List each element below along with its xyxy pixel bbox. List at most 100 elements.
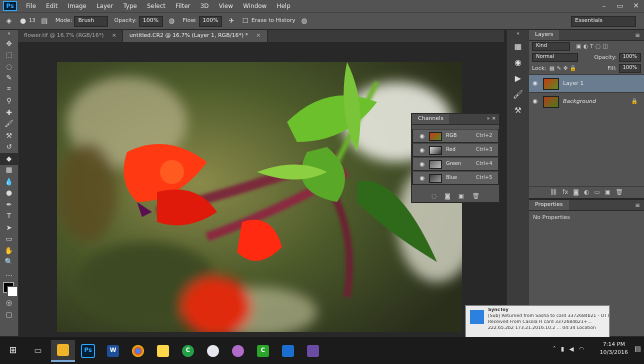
- save-selection-icon[interactable]: ◙: [445, 193, 451, 200]
- taskbar-chrome[interactable]: [126, 340, 150, 362]
- kind-filter-select[interactable]: Kind: [532, 42, 570, 51]
- menu-image[interactable]: Image: [63, 3, 92, 10]
- visibility-eye-icon[interactable]: ◉: [529, 80, 541, 87]
- close-icon[interactable]: ✕: [492, 116, 496, 122]
- menu-filter[interactable]: Filter: [171, 3, 196, 10]
- new-layer-icon[interactable]: ▣: [605, 189, 611, 196]
- quick-select-tool-icon[interactable]: ✎: [0, 73, 18, 85]
- gradient-tool-icon[interactable]: ▦: [0, 165, 18, 177]
- notification-toast[interactable]: SyncToy [Sub] Returned from Sasha to car…: [465, 305, 610, 340]
- taskbar-cloud-app[interactable]: [226, 340, 250, 362]
- brush-size[interactable]: 13: [29, 18, 35, 24]
- workspace-select[interactable]: Essentials: [571, 16, 636, 27]
- channel-row-rgb[interactable]: ◉ RGB Ctrl+2: [412, 129, 499, 143]
- menu-type[interactable]: Type: [118, 3, 142, 10]
- taskbar-app-circle[interactable]: [201, 340, 225, 362]
- layer-opacity-field[interactable]: 100%: [618, 53, 641, 62]
- task-view-button[interactable]: ▭: [26, 340, 50, 362]
- eyedropper-tool-icon[interactable]: ⚲: [0, 96, 18, 108]
- taskbar-green-app[interactable]: C: [251, 340, 275, 362]
- close-icon[interactable]: ×: [256, 33, 261, 39]
- menu-layer[interactable]: Layer: [91, 3, 118, 10]
- taskbar-file-explorer[interactable]: [51, 339, 75, 362]
- color-swatches[interactable]: [0, 280, 18, 298]
- tab-properties[interactable]: Properties: [529, 200, 569, 210]
- taskbar-blue-app[interactable]: [276, 340, 300, 362]
- crop-tool-icon[interactable]: ⌗: [0, 84, 18, 96]
- maximize-button[interactable]: ▭: [612, 0, 628, 12]
- zoom-tool-icon[interactable]: 🔍: [0, 257, 18, 269]
- flow-field[interactable]: 100%: [198, 15, 223, 27]
- menu-help[interactable]: Help: [272, 3, 296, 10]
- minimize-button[interactable]: –: [596, 0, 612, 12]
- healing-brush-tool-icon[interactable]: ✚: [0, 107, 18, 119]
- visibility-eye-icon[interactable]: ◉: [529, 98, 541, 105]
- tab-untitled[interactable]: untitled.CR2 @ 16.7% (Layer 1, RGB/16*) …: [123, 30, 268, 42]
- panel-menu-icon[interactable]: ≡: [635, 32, 640, 39]
- hand-tool-icon[interactable]: ✋: [0, 245, 18, 257]
- tab-flower[interactable]: flower.tif @ 16.7% (RGB/16*) ×: [18, 30, 124, 42]
- channel-row-blue[interactable]: ◉ Blue Ctrl+5: [412, 171, 499, 185]
- filter-icons[interactable]: ▣◐T▢◫: [576, 44, 610, 50]
- visibility-eye-icon[interactable]: ◉: [416, 147, 428, 154]
- dodge-tool-icon[interactable]: ●: [0, 188, 18, 200]
- tray-arrow-icon[interactable]: ˄: [553, 346, 556, 353]
- clone-stamp-tool-icon[interactable]: ⚒: [0, 130, 18, 142]
- new-channel-icon[interactable]: ▣: [458, 193, 464, 200]
- actions-play-icon[interactable]: ▶: [507, 70, 529, 86]
- layer-row-layer-1[interactable]: ◉ Layer 1: [529, 74, 644, 92]
- wifi-icon[interactable]: ◠: [579, 346, 584, 353]
- fx-icon[interactable]: fx: [562, 189, 568, 196]
- blend-mode-select[interactable]: Normal: [532, 53, 578, 62]
- history-brush-tool-icon[interactable]: ↺: [0, 142, 18, 154]
- opacity-field[interactable]: 100%: [138, 15, 163, 27]
- taskbar-purple-app[interactable]: [301, 340, 325, 362]
- start-button[interactable]: ⊞: [1, 340, 25, 362]
- taskbar-photoshop[interactable]: Ps: [76, 340, 100, 362]
- visibility-eye-icon[interactable]: ◉: [416, 161, 428, 168]
- airbrush-icon[interactable]: ✈: [226, 16, 236, 26]
- visibility-eye-icon[interactable]: ◉: [416, 133, 428, 140]
- brush-panel-icon[interactable]: 🖌: [507, 86, 529, 102]
- pressure-size-icon[interactable]: ◍: [299, 16, 309, 26]
- brush-panel-icon[interactable]: ▤: [39, 16, 49, 26]
- visibility-eye-icon[interactable]: ◉: [416, 175, 428, 182]
- volume-icon[interactable]: ◀: [569, 346, 574, 353]
- menu-3d[interactable]: 3D: [195, 3, 213, 10]
- pressure-opacity-icon[interactable]: ◍: [167, 16, 177, 26]
- screen-mode-icon[interactable]: ▢: [0, 309, 18, 321]
- menu-window[interactable]: Window: [238, 3, 272, 10]
- clone-source-icon[interactable]: ⚒: [507, 102, 529, 118]
- network-icon[interactable]: ▮: [561, 346, 564, 353]
- history-panel-icon[interactable]: ▦: [507, 38, 529, 54]
- quick-mask-icon[interactable]: ◎: [0, 298, 18, 310]
- pen-tool-icon[interactable]: ✒: [0, 199, 18, 211]
- mask-icon[interactable]: ◙: [573, 189, 579, 196]
- collapse-icon[interactable]: »: [487, 116, 490, 122]
- dock-collapse-icon[interactable]: «: [507, 30, 529, 38]
- toolbox-collapse-icon[interactable]: »: [0, 30, 18, 38]
- erase-history-checkbox[interactable]: ☐: [240, 16, 250, 26]
- eraser-tool-icon[interactable]: ◆: [0, 153, 18, 165]
- blur-tool-icon[interactable]: 💧: [0, 176, 18, 188]
- action-center-icon[interactable]: ▤: [634, 345, 641, 353]
- group-icon[interactable]: ▭: [594, 189, 600, 196]
- menu-view[interactable]: View: [214, 3, 238, 10]
- trash-icon[interactable]: 🗑: [616, 189, 624, 196]
- lasso-tool-icon[interactable]: ◌: [0, 61, 18, 73]
- taskbar-clock[interactable]: 7:14 PM 10/3/2016: [600, 341, 628, 357]
- type-tool-icon[interactable]: T: [0, 211, 18, 223]
- lock-icons[interactable]: ▦✎✥🔒: [549, 66, 578, 72]
- close-button[interactable]: ✕: [628, 0, 644, 12]
- marquee-tool-icon[interactable]: ⬚: [0, 50, 18, 62]
- adjustment-icon[interactable]: ◐: [584, 189, 589, 196]
- color-panel-icon[interactable]: ◉: [507, 54, 529, 70]
- background-color-swatch[interactable]: [7, 285, 18, 297]
- load-selection-icon[interactable]: ◌: [431, 193, 436, 200]
- trash-icon[interactable]: 🗑: [472, 193, 480, 200]
- brush-preview-icon[interactable]: ●: [18, 16, 28, 26]
- link-icon[interactable]: ⛓: [550, 189, 558, 196]
- layer-row-background[interactable]: ◉ Background 🔒: [529, 92, 644, 110]
- brush-tool-icon[interactable]: 🖌: [0, 119, 18, 131]
- layer-fill-field[interactable]: 100%: [618, 64, 641, 73]
